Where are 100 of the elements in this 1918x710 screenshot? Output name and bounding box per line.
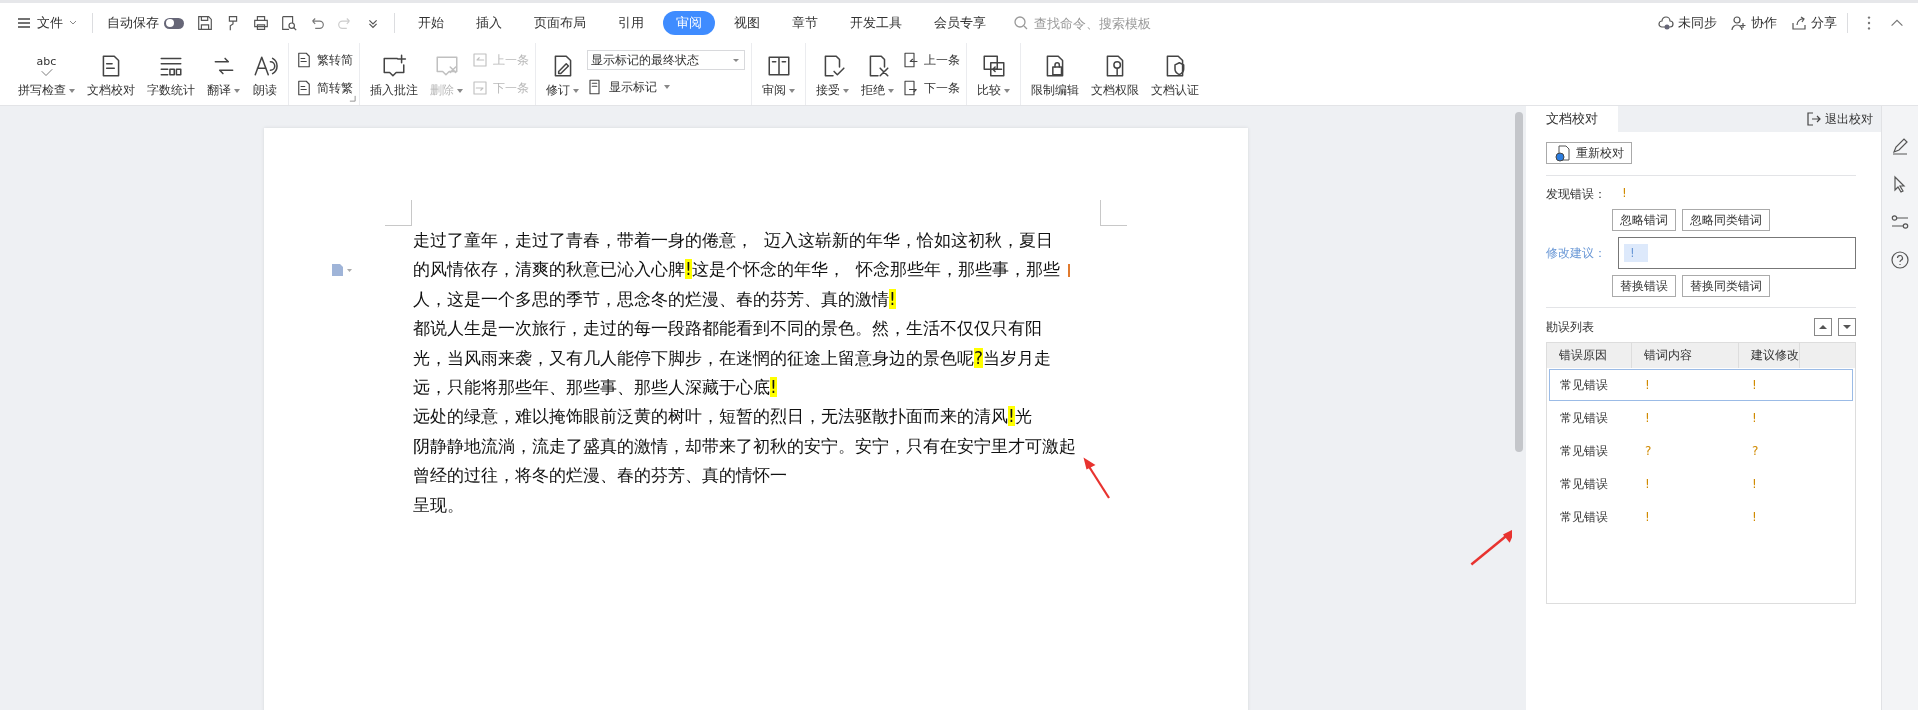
top-action-button[interactable]: 未同步	[1658, 14, 1717, 32]
compare-icon	[980, 53, 1007, 79]
replace-button[interactable]: 替换错误	[1612, 275, 1676, 297]
table-cell-text: 常见错误	[1559, 376, 1609, 394]
error-row[interactable]: 常见错误 ! !	[1549, 369, 1853, 401]
ribbon-tab[interactable]: 插入	[463, 11, 515, 35]
ribbon-button[interactable]: abc 拼写检查	[14, 47, 79, 101]
settings-sliders-icon[interactable]	[1890, 212, 1910, 232]
ribbon-tab[interactable]: 开始	[405, 11, 457, 35]
margin-corner-mark	[1100, 200, 1127, 226]
column-header: 错词内容	[1632, 343, 1739, 368]
ribbon-tab[interactable]: 页面布局	[521, 11, 599, 35]
ribbon-button[interactable]: 繁转简	[295, 49, 353, 71]
ribbon-button[interactable]: 下一条	[902, 77, 960, 99]
margin-corner-mark	[385, 200, 412, 226]
document-text-line: 都说人生是一次旅行，走过的每一段路都能看到不同的景色。然，生活不仅仅只有阳	[413, 317, 1042, 341]
ribbon-button[interactable]: 插入批注	[366, 47, 422, 101]
ribbon-button[interactable]: 简转繁	[295, 77, 353, 99]
error-list-title: 勘误列表	[1546, 318, 1594, 336]
down-triangle-icon	[1842, 322, 1852, 332]
table-cell-text: 常见错误	[1559, 475, 1609, 493]
ribbon-button[interactable]: 修订	[542, 47, 583, 101]
save-icon[interactable]	[196, 14, 214, 32]
exit-proofread-button[interactable]: 退出校对	[1806, 106, 1881, 132]
replace-button[interactable]: 替换同类错词	[1682, 275, 1770, 297]
ribbon-tab[interactable]: 开发工具	[837, 11, 915, 35]
autosave-toggle[interactable]: 自动保存	[103, 10, 188, 36]
document-text-line: 光，当风雨来袭，又有几人能停下脚步，在迷惘的征途上留意身边的景色呢?当岁月走	[413, 346, 1052, 370]
icon-letters: abc	[36, 57, 57, 67]
up-triangle-icon	[1818, 322, 1828, 332]
recheck-button[interactable]: 重新校对	[1546, 142, 1632, 164]
spellcheck-icon	[39, 67, 54, 79]
suggestion-label: 修改建议：	[1546, 244, 1606, 262]
column-header: 建议修改	[1739, 343, 1800, 368]
ignore-button[interactable]: 忽略同类错词	[1682, 209, 1770, 231]
document-text-line: 的风情依存，清爽的秋意已沁入心脾!这是个怀念的年华， 怀念那些年，那些事，那些	[413, 258, 1060, 282]
file-menu[interactable]: 文件	[12, 10, 82, 36]
document-text-line: 远处的绿意，难以掩饰眼前泛黄的树叶，短暂的烈日，无法驱散扑面而来的清风!光	[413, 405, 1032, 429]
top-action-button[interactable]: 协作	[1731, 14, 1777, 32]
document-text-line: 呈现。	[413, 493, 464, 517]
ribbon-button[interactable]: 拒绝	[857, 47, 898, 101]
found-error-value: !	[1622, 186, 1627, 202]
person-add-icon	[1731, 15, 1747, 31]
table-cell-text: !	[1644, 510, 1651, 524]
ribbon-button[interactable]: 字数统计	[143, 47, 199, 101]
ribbon-tab[interactable]: 章节	[779, 11, 831, 35]
table-cell-text: !	[1751, 411, 1757, 425]
ribbon-button[interactable]: 文档校对	[83, 47, 139, 101]
next-comment-icon	[471, 79, 489, 97]
ribbon-button[interactable]: 比较	[973, 47, 1014, 101]
panel-tab[interactable]: 文档校对	[1526, 106, 1618, 132]
error-row[interactable]: 常见错误 ? ?	[1549, 435, 1853, 467]
move-up-button[interactable]	[1814, 318, 1832, 336]
ribbon-tab[interactable]: 视图	[721, 11, 773, 35]
table-cell-text: !	[1751, 477, 1757, 491]
table-cell-text: ?	[1751, 444, 1759, 458]
table-cell-text: !	[1751, 378, 1757, 392]
error-row[interactable]: 常见错误 ! !	[1549, 501, 1853, 533]
previous-comment-icon	[471, 51, 489, 69]
annotation-arrow	[1082, 456, 1112, 501]
ribbon-button[interactable]: 限制编辑	[1027, 47, 1083, 101]
share-icon	[1791, 15, 1807, 31]
ribbon-button[interactable]: 文档认证	[1147, 47, 1203, 101]
cloud-icon	[1658, 15, 1674, 31]
ribbon-tab[interactable]: 会员专享	[921, 11, 999, 35]
ribbon-button[interactable]: 翻译	[203, 47, 244, 101]
ignore-button[interactable]: 忽略错词	[1612, 209, 1676, 231]
table-cell-text: 常见错误	[1559, 409, 1609, 427]
ribbon-button[interactable]: 显示标记	[587, 76, 745, 98]
table-cell-text: 常见错误	[1559, 442, 1609, 460]
search-icon	[1013, 15, 1029, 31]
document-text-line: 远，只能将那些年、那些事、那些人深藏于心底!	[413, 376, 777, 400]
table-cell-text: !	[1644, 378, 1651, 392]
document-refresh-icon	[1554, 144, 1572, 162]
pen-icon[interactable]	[1890, 136, 1910, 156]
found-error-label: 发现错误：	[1546, 186, 1606, 203]
document-text-line: 阴静静地流淌，流走了盛真的激情，却带来了初秋的安宁。安宁，只有在安宁里才可激起	[413, 434, 1076, 458]
markup-dropdown[interactable]: 显示标记的最终状态	[587, 50, 745, 70]
next-change-icon	[902, 79, 920, 97]
ribbon-button[interactable]: 朗读	[248, 47, 282, 101]
ribbon-tab[interactable]: 引用	[605, 11, 657, 35]
move-down-button[interactable]	[1838, 318, 1856, 336]
exit-icon	[1806, 111, 1822, 127]
table-cell-text: !	[1644, 477, 1651, 491]
document-icon	[295, 79, 313, 97]
error-row[interactable]: 常见错误 ! !	[1549, 468, 1853, 500]
table-cell-text: ?	[1644, 444, 1653, 458]
ribbon-button[interactable]: 审阅	[758, 47, 799, 101]
ribbon-button[interactable]: 上一条	[902, 49, 960, 71]
ribbon-button[interactable]: 接受	[812, 47, 853, 101]
comment-plus-icon	[381, 53, 407, 79]
document-text-line: 走过了童年，走过了青春，带着一身的倦意， 迈入这崭新的年华，恰如这初秋，夏日	[413, 229, 1053, 252]
text-cursor-icon	[1067, 264, 1070, 278]
error-row[interactable]: 常见错误 ! !	[1549, 402, 1853, 434]
print-preview-icon[interactable]	[280, 14, 298, 32]
ribbon-button[interactable]: 文档权限	[1087, 47, 1143, 101]
previous-change-icon	[902, 51, 920, 69]
help-icon[interactable]	[1890, 250, 1910, 270]
top-action-button[interactable]: 分享	[1791, 14, 1837, 32]
print-icon[interactable]	[252, 14, 270, 32]
